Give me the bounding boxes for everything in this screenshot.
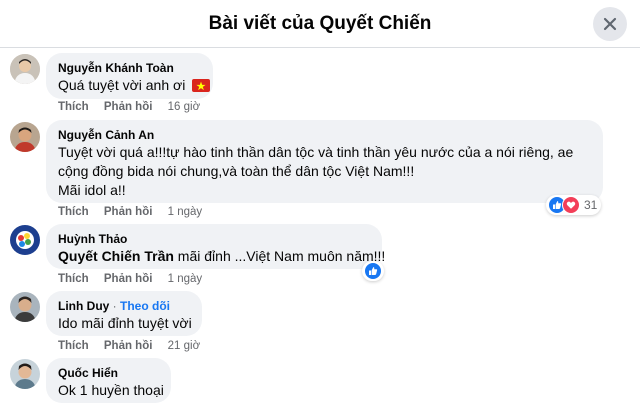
dialog-header: Bài viết của Quyết Chiến [0,0,640,48]
comment-author[interactable]: Huỳnh Thảo [58,231,370,247]
close-icon [603,17,617,31]
like-action[interactable]: Thích [58,101,89,113]
comment-text: Quá tuyệt vời anh ơi [58,77,186,93]
reply-action[interactable]: Phản hồi [104,273,153,285]
comment-text: Ido mãi đỉnh tuyệt vời [58,315,192,331]
reply-action[interactable]: Phản hồi [104,206,153,218]
comment-actions: Thích Phản hồi 16 giờ [58,101,200,113]
comment-timestamp[interactable]: 16 giờ [168,101,200,113]
comment-actions: Thích Phản hồi 21 giờ [58,340,200,352]
comment-bubble: Linh Duy · Theo dõi Ido mãi đỉnh tuyệt v… [46,291,202,336]
reactions-summary[interactable] [362,261,384,281]
comment-text-line: cộng đồng bida nói chung,và toàn thể dân… [58,163,415,179]
like-action[interactable]: Thích [58,340,89,352]
comment-actions: Thích Phản hồi 1 ngày [58,273,202,285]
comment-author[interactable]: Linh Duy [58,299,109,313]
comment-text: Ok 1 huyền thoại [58,382,164,398]
comment-timestamp[interactable]: 1 ngày [168,206,203,218]
avatar[interactable] [10,359,40,389]
reaction-count: 31 [584,198,598,212]
vietnam-flag-icon [192,78,211,97]
comment-bubble: Quốc Hiển Ok 1 huyền thoại [46,358,171,403]
comment-text-line: Tuyệt vời quá a!!!tự hào tinh thần dân t… [58,144,574,160]
avatar[interactable] [10,225,40,255]
separator-dot: · [112,299,117,313]
comment-bubble: Huỳnh Thảo Quyết Chiến Trần mãi đỉnh ...… [46,224,386,269]
comment-text-line: Mãi idol a!! [58,182,126,198]
follow-link[interactable]: Theo dõi [120,299,170,313]
comment-bubble: Nguyễn Khánh Toàn Quá tuyệt vời anh ơi [46,53,213,99]
like-action[interactable]: Thích [58,206,89,218]
comment-author[interactable]: Quốc Hiển [58,365,159,381]
page-title: Bài viết của Quyết Chiến [208,13,432,34]
reactions-summary[interactable]: 31 [546,195,602,215]
avatar[interactable] [10,122,40,152]
avatar[interactable] [10,54,40,84]
comment-author[interactable]: Nguyễn Khánh Toàn [58,60,201,76]
avatar[interactable] [10,292,40,322]
comment-actions: Thích Phản hồi 1 ngày [58,206,202,218]
reply-action[interactable]: Phản hồi [104,101,153,113]
comment-text: mãi đỉnh ...Việt Nam muôn năm!!! [173,248,386,264]
like-action[interactable]: Thích [58,273,89,285]
comment-timestamp[interactable]: 1 ngày [168,273,203,285]
reply-action[interactable]: Phản hồi [104,340,153,352]
comment-timestamp[interactable]: 21 giờ [168,340,200,352]
like-icon [364,262,382,280]
mention-link[interactable]: Quyết Chiến Trần [58,248,174,264]
love-icon [562,196,580,214]
comment-author[interactable]: Nguyễn Cảnh An [58,127,591,143]
close-button[interactable] [593,7,627,41]
comment-bubble: Nguyễn Cảnh An Tuyệt vời quá a!!!tự hào … [46,120,603,203]
